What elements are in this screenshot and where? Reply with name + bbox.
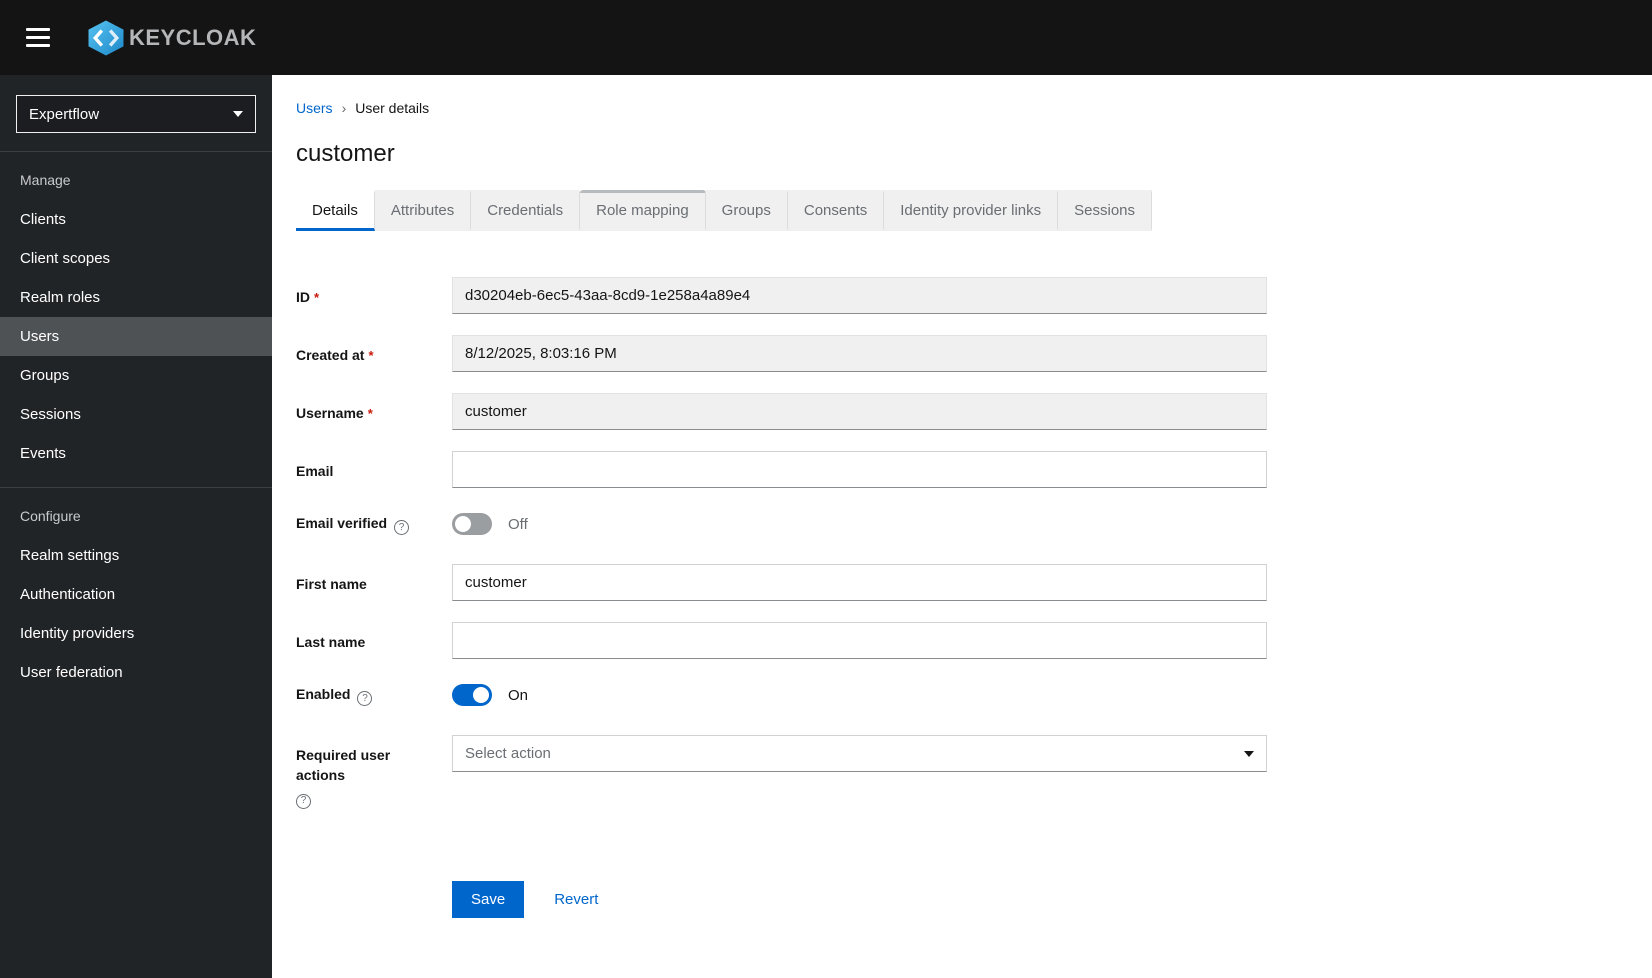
sidebar-item-sessions[interactable]: Sessions [0,395,272,434]
email-label: Email [296,463,334,479]
enabled-toggle[interactable] [452,684,492,706]
keycloak-logo: KEYCLOAK [86,18,256,58]
nav-section-configure-title: Configure [20,508,81,524]
form-row-enabled: Enabled? On [296,680,1628,710]
tab-bar: Details Attributes Credentials Role mapp… [296,190,1628,231]
last-name-label: Last name [296,634,366,650]
tab-credentials[interactable]: Credentials [471,190,581,231]
help-icon[interactable]: ? [357,691,373,707]
breadcrumb: Users › User details [296,100,1628,116]
tab-sessions[interactable]: Sessions [1058,190,1153,231]
tab-consents[interactable]: Consents [787,190,885,231]
sidebar: Expertflow Manage Clients Client scopes … [0,75,272,978]
breadcrumb-users-link[interactable]: Users [296,100,333,116]
chevron-down-icon [1244,750,1254,757]
created-at-input[interactable] [452,335,1267,372]
sidebar-item-client-scopes[interactable]: Client scopes [0,239,272,278]
breadcrumb-current: User details [355,100,430,116]
first-name-label: First name [296,576,367,592]
username-input[interactable] [452,393,1267,430]
required-asterisk: * [314,290,320,305]
tab-role-mapping[interactable]: Role mapping [580,190,706,231]
realm-selector[interactable]: Expertflow [16,95,256,133]
sidebar-item-user-federation[interactable]: User federation [0,653,272,692]
topbar: KEYCLOAK [0,0,1652,75]
keycloak-logo-icon [88,20,124,55]
revert-button[interactable]: Revert [554,891,598,908]
sidebar-item-events[interactable]: Events [0,434,272,473]
tab-identity-provider-links[interactable]: Identity provider links [884,190,1059,231]
form-row-email-verified: Email verified? Off [296,509,1628,539]
form-actions: Save Revert [296,880,1628,918]
required-actions-select[interactable]: Select action [452,735,1267,772]
tab-attributes[interactable]: Attributes [374,190,472,231]
required-actions-placeholder: Select action [465,745,551,762]
help-icon[interactable]: ? [296,793,311,809]
enabled-state: On [508,686,529,704]
nav-section-configure: Configure Realm settings Authentication … [0,487,272,706]
sidebar-item-realm-settings[interactable]: Realm settings [0,536,272,575]
sidebar-item-identity-providers[interactable]: Identity providers [0,614,272,653]
chevron-down-icon [233,111,243,117]
required-actions-label: Required user actions ? [296,735,452,809]
id-label: ID * [296,289,320,305]
sidebar-item-realm-roles[interactable]: Realm roles [0,278,272,317]
main-content: Users › User details customer Details At… [272,75,1652,978]
form-row-required-actions: Required user actions ? Select action [296,735,1628,809]
realm-selector-label: Expertflow [29,105,100,123]
user-details-form: ID* Created at* Username* Email [296,277,1628,918]
form-row-id: ID * [296,277,1628,314]
help-icon[interactable]: ? [394,520,410,536]
tab-details[interactable]: Details [296,190,375,231]
enabled-label: Enabled? [296,684,452,707]
first-name-input[interactable] [452,564,1267,601]
nav-section-manage-title: Manage [20,172,71,188]
form-row-created-at: Created at * [296,335,1628,372]
form-row-email: Email [296,451,1628,488]
required-asterisk: * [368,348,374,363]
form-row-username: Username * [296,393,1628,430]
tab-groups[interactable]: Groups [705,190,788,231]
required-asterisk: * [367,406,373,421]
sidebar-item-authentication[interactable]: Authentication [0,575,272,614]
form-row-last-name: Last name [296,622,1628,659]
page-title: customer [296,140,395,167]
brand-text: KEYCLOAK [129,24,257,50]
save-button[interactable]: Save [452,880,525,918]
username-label: Username * [296,405,373,421]
email-verified-state: Off [508,515,528,533]
email-verified-toggle[interactable] [452,513,492,535]
created-at-label: Created at * [296,347,374,363]
sidebar-item-groups[interactable]: Groups [0,356,272,395]
last-name-input[interactable] [452,622,1267,659]
email-verified-label: Email verified? [296,513,452,536]
nav-section-manage: Manage Clients Client scopes Realm roles… [0,151,272,487]
sidebar-item-clients[interactable]: Clients [0,200,272,239]
sidebar-item-users[interactable]: Users [0,317,272,356]
hamburger-menu-icon[interactable] [16,18,60,57]
email-input[interactable] [452,451,1267,488]
form-row-first-name: First name [296,564,1628,601]
id-input[interactable] [452,277,1267,314]
breadcrumb-separator-icon: › [341,100,347,116]
